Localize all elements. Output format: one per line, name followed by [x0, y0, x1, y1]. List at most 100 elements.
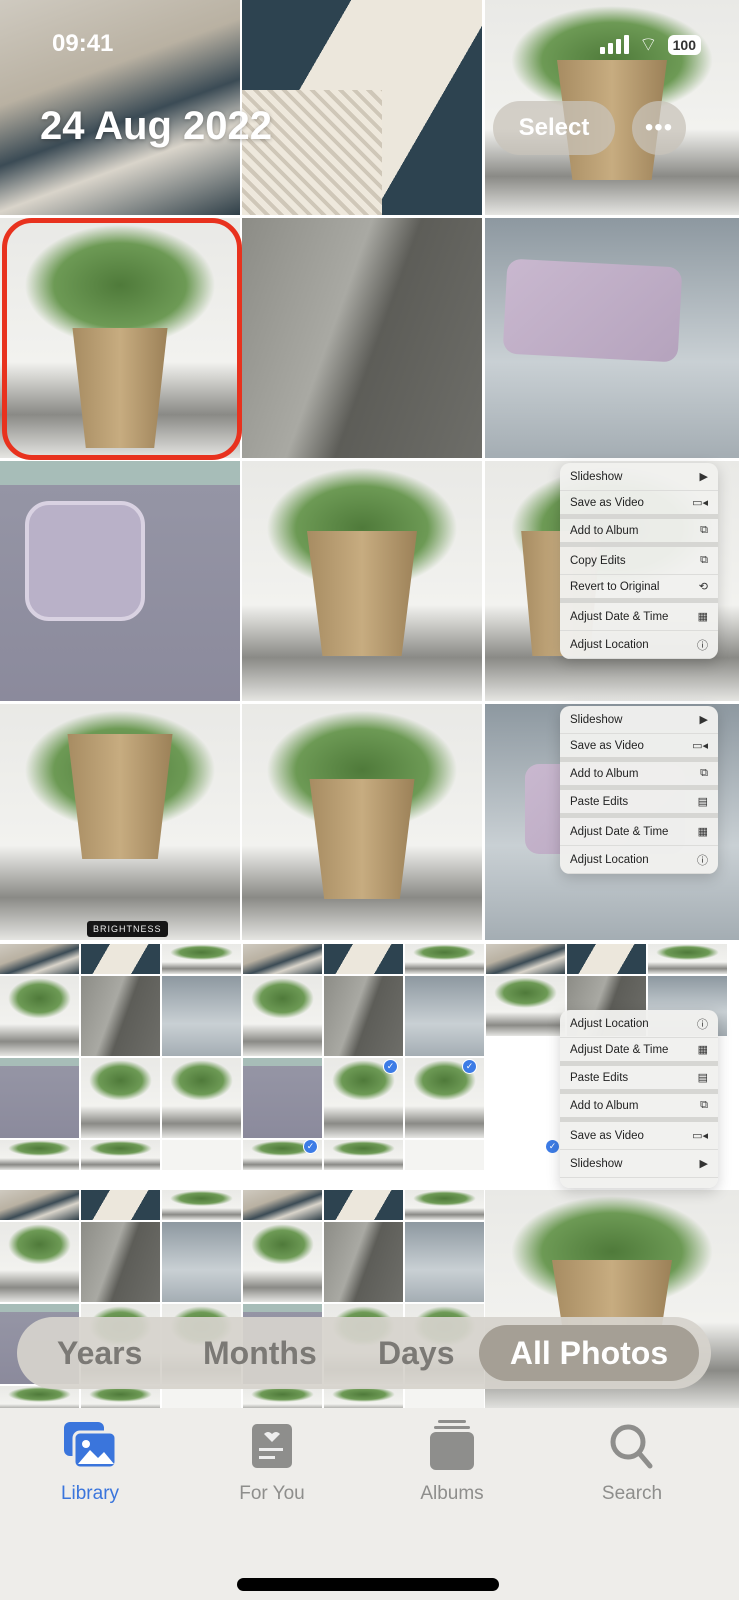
photo-thumbnail[interactable] — [243, 1222, 322, 1302]
selected-photo-highlight — [2, 218, 242, 460]
menu-item-slideshow[interactable]: Slideshow ▶ — [560, 463, 718, 491]
menu-item-label: Adjust Location — [570, 1017, 649, 1030]
battery-icon: 100 — [667, 34, 701, 55]
tab-label: Albums — [420, 1483, 484, 1504]
menu-item-revert-to-original[interactable]: Revert to Original ⟲ — [560, 575, 718, 603]
photo-thumbnail[interactable] — [324, 1140, 403, 1170]
photo-thumbnail[interactable] — [0, 976, 79, 1056]
menu-item-label: Adjust Date & Time — [570, 610, 669, 623]
photo-thumbnail[interactable] — [0, 1058, 79, 1138]
photo-thumbnail[interactable] — [81, 1222, 160, 1302]
menu-item-copy-edits[interactable]: Copy Edits ⧉ — [560, 547, 718, 575]
revert-icon: ⟲ — [698, 581, 708, 593]
menu-item-save-as-video[interactable]: Save as Video ▭◂ — [560, 1122, 718, 1150]
more-options-button[interactable]: ••• — [632, 101, 686, 155]
menu-item-label: Add to Album — [570, 524, 639, 537]
menu-item-label: Add to Album — [570, 1099, 639, 1112]
video-icon: ▭◂ — [692, 1130, 708, 1142]
menu-item-label: Adjust Date & Time — [570, 1043, 669, 1056]
menu-item-paste-edits[interactable]: Paste Edits ▤ — [560, 790, 718, 818]
menu-item-label: Add to Album — [570, 767, 639, 780]
menu-item-save-as-video[interactable]: Save as Video ▭◂ — [560, 491, 718, 519]
photo-thumbnail[interactable] — [162, 1140, 241, 1170]
photo-thumbnail[interactable] — [405, 1190, 484, 1220]
menu-item-add-to-album[interactable]: Add to Album ⧉ — [560, 519, 718, 547]
photo-thumbnail[interactable] — [486, 944, 565, 974]
add-album-icon: ⧉ — [700, 767, 708, 779]
menu-item-add-to-album[interactable]: Add to Album ⧉ — [560, 762, 718, 790]
menu-item-label: Adjust Location — [570, 853, 649, 866]
photo-thumbnail[interactable] — [324, 1222, 403, 1302]
photo-thumbnail[interactable] — [0, 1140, 79, 1170]
photo-thumbnail[interactable] — [405, 1140, 484, 1170]
menu-item-adjust-date-time[interactable]: Adjust Date & Time ▦ — [560, 1038, 718, 1066]
photo-thumbnail[interactable] — [162, 976, 241, 1056]
menu-item-adjust-location[interactable]: Adjust Location ⓘ — [560, 846, 718, 874]
photo-thumbnail[interactable] — [243, 1190, 322, 1220]
segment-days[interactable]: Days — [378, 1335, 455, 1372]
tab-search[interactable]: Search — [572, 1420, 692, 1505]
photo-thumbnail[interactable] — [243, 976, 322, 1056]
menu-item-adjust-date-time[interactable]: Adjust Date & Time ▦ — [560, 603, 718, 631]
menu-item-label: Copy Edits — [570, 554, 626, 567]
photo-thumbnail[interactable] — [242, 218, 482, 458]
photo-thumbnail[interactable] — [162, 1058, 241, 1138]
home-indicator — [237, 1578, 499, 1591]
add-album-icon: ⧉ — [700, 1099, 708, 1111]
video-icon: ▭◂ — [692, 740, 708, 752]
photo-thumbnail[interactable] — [242, 461, 482, 701]
signal-icon — [599, 35, 629, 54]
wifi-icon: ⌔ — [638, 34, 658, 56]
tab-albums[interactable]: Albums — [392, 1420, 512, 1505]
menu-item-slideshow[interactable]: Slideshow ▶ — [560, 706, 718, 734]
photo-thumbnail[interactable] — [486, 976, 565, 1036]
photo-thumbnail[interactable] — [81, 1140, 160, 1170]
photo-thumbnail[interactable] — [162, 1222, 241, 1302]
photo-thumbnail[interactable] — [243, 1058, 322, 1138]
menu-item-label: Slideshow — [570, 713, 623, 726]
menu-item-paste-edits[interactable]: Paste Edits ▤ — [560, 1066, 718, 1094]
photo-thumbnail[interactable] — [162, 1190, 241, 1220]
photo-thumbnail[interactable] — [405, 976, 484, 1056]
photo-thumbnail[interactable] — [0, 1190, 79, 1220]
menu-item-label: Paste Edits — [570, 795, 629, 808]
photo-thumbnail[interactable] — [81, 1190, 160, 1220]
select-button[interactable]: Select — [493, 101, 615, 155]
menu-item-slideshow[interactable]: Slideshow ▶ — [560, 1150, 718, 1178]
menu-item-save-as-video[interactable]: Save as Video ▭◂ — [560, 734, 718, 762]
photo-thumbnail[interactable] — [324, 944, 403, 974]
segment-months[interactable]: Months — [203, 1335, 317, 1372]
tab-library[interactable]: Library — [30, 1420, 150, 1505]
menu-item-adjust-location[interactable]: Adjust Location ⓘ — [560, 1010, 718, 1038]
photo-thumbnail[interactable] — [485, 218, 739, 458]
photo-thumbnail[interactable] — [81, 976, 160, 1056]
photo-thumbnail[interactable] — [0, 704, 240, 940]
photo-thumbnail[interactable] — [405, 944, 484, 974]
photo-thumbnail[interactable] — [0, 944, 79, 974]
photo-thumbnail[interactable] — [0, 461, 240, 701]
video-icon: ▭◂ — [692, 497, 708, 509]
menu-item-adjust-location[interactable]: Adjust Location ⓘ — [560, 631, 718, 659]
photo-thumbnail[interactable] — [405, 1222, 484, 1302]
segment-years[interactable]: Years — [57, 1335, 142, 1372]
menu-item-adjust-date-time[interactable]: Adjust Date & Time ▦ — [560, 818, 718, 846]
tab-for-you[interactable]: For You — [212, 1420, 332, 1505]
photo-thumbnail[interactable] — [81, 1058, 160, 1138]
segment-all-photos[interactable]: All Photos — [479, 1325, 699, 1381]
photo-thumbnail[interactable] — [162, 944, 241, 974]
menu-item-add-to-album[interactable]: Add to Album ⧉ — [560, 1094, 718, 1122]
photo-thumbnail[interactable] — [567, 944, 646, 974]
photo-thumbnail[interactable] — [81, 944, 160, 974]
photo-thumbnail[interactable] — [243, 944, 322, 974]
photo-thumbnail[interactable] — [324, 1190, 403, 1220]
selected-check-icon: ✓ — [462, 1059, 477, 1074]
photo-thumbnail[interactable] — [648, 944, 727, 974]
search-icon — [610, 1424, 653, 1469]
photo-thumbnail[interactable] — [0, 1222, 79, 1302]
context-menu-a: Slideshow ▶ Save as Video ▭◂ Add to Album ⧉ Co… — [560, 463, 718, 659]
play-icon: ▶ — [699, 714, 708, 726]
photo-thumbnail[interactable] — [324, 976, 403, 1056]
menu-item-label: Adjust Date & Time — [570, 825, 669, 838]
photo-thumbnail[interactable] — [242, 704, 482, 940]
menu-item-label: Slideshow — [570, 1157, 623, 1170]
